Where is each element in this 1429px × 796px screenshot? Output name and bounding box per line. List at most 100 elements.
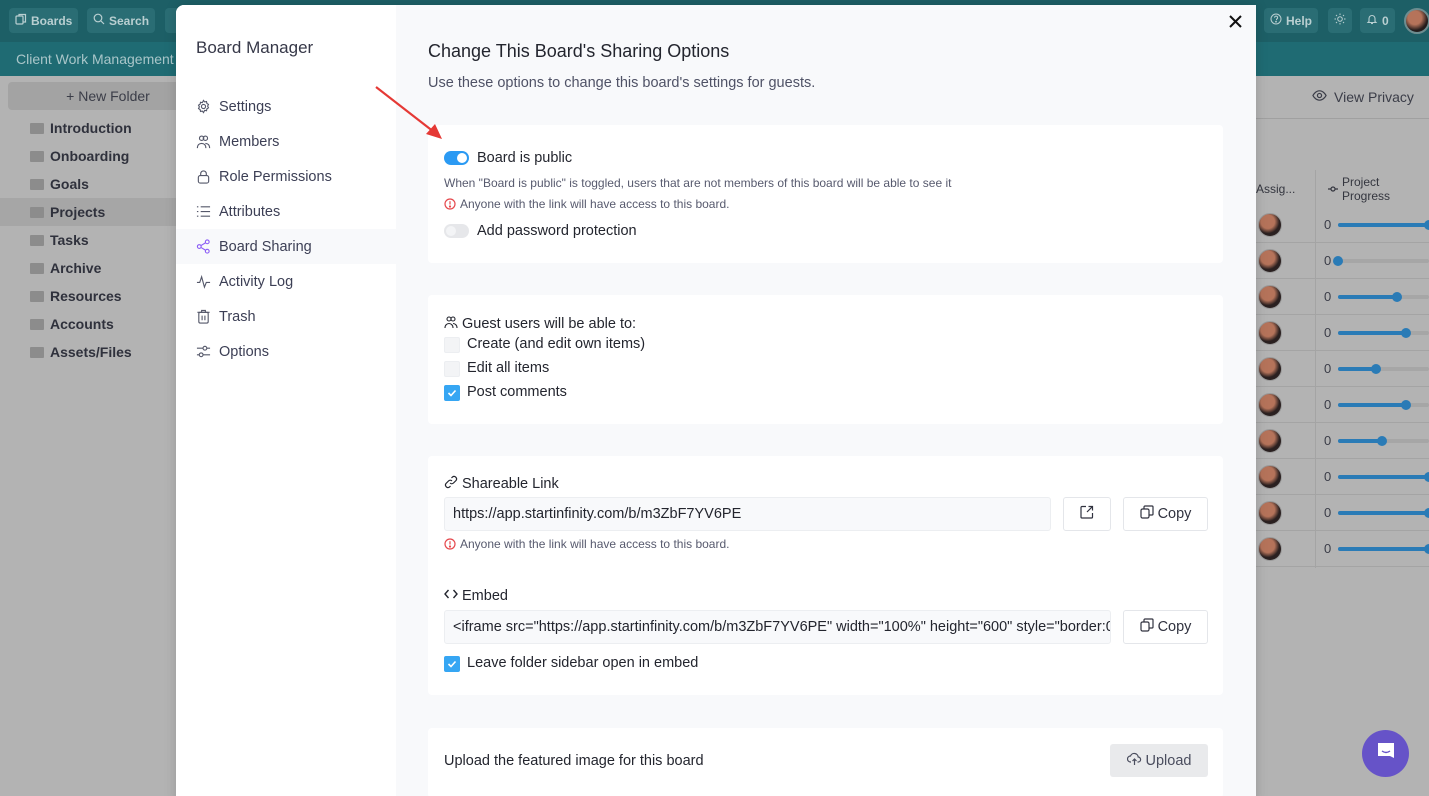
chat-support-button[interactable]	[1362, 730, 1409, 777]
chat-icon	[1375, 740, 1397, 767]
folder-label: Projects	[50, 204, 106, 220]
sidebar-item-members[interactable]: Members	[176, 124, 396, 159]
page-title: Change This Board's Sharing Options	[428, 41, 730, 61]
guest-permission-checkbox[interactable]	[444, 385, 460, 401]
leave-sidebar-open-checkbox[interactable]	[444, 656, 460, 672]
table-row[interactable]: 0	[1256, 207, 1429, 243]
table-row[interactable]: 0	[1256, 423, 1429, 459]
progress-track[interactable]	[1338, 436, 1429, 446]
sidebar-item-settings[interactable]: Settings	[176, 89, 396, 124]
folder-item[interactable]: Goals	[0, 170, 180, 198]
copy-link-button[interactable]: Copy	[1123, 497, 1208, 531]
warning-text: Anyone with the link will have access to…	[460, 197, 730, 211]
folder-item[interactable]: Introduction	[0, 114, 180, 142]
progress-track[interactable]	[1338, 508, 1429, 518]
progress-knob[interactable]	[1424, 472, 1429, 482]
table-row[interactable]: 0	[1256, 387, 1429, 423]
copy-label: Copy	[1157, 619, 1192, 635]
progress-knob[interactable]	[1424, 220, 1429, 230]
sidebar-item-trash[interactable]: Trash	[176, 299, 396, 334]
table-row[interactable]: 0	[1256, 459, 1429, 495]
view-privacy-button[interactable]: View Privacy	[1312, 88, 1414, 106]
assignee-avatar	[1258, 537, 1282, 561]
progress-track[interactable]	[1338, 472, 1429, 482]
progress-track[interactable]	[1338, 292, 1429, 302]
guest-heading-text: Guest users will be able to:	[462, 316, 637, 332]
embed-code-field[interactable]: <iframe src="https://app.startinfinity.c…	[444, 610, 1111, 644]
close-icon	[1228, 15, 1242, 33]
user-avatar[interactable]	[1404, 8, 1429, 34]
sidebar-item-activity-log[interactable]: Activity Log	[176, 264, 396, 299]
open-link-button[interactable]	[1063, 497, 1111, 531]
list-icon	[196, 204, 211, 219]
table-row[interactable]: 0	[1256, 243, 1429, 279]
progress-knob[interactable]	[1401, 328, 1412, 338]
theme-toggle-button[interactable]	[1328, 8, 1352, 33]
folder-item[interactable]: Archive	[0, 254, 180, 282]
table-row[interactable]: 0	[1256, 279, 1429, 315]
column-header-assignees[interactable]: Assig...	[1256, 178, 1295, 200]
folder-label: Onboarding	[50, 148, 130, 164]
boards-button[interactable]: Boards	[9, 8, 79, 33]
eye-icon	[1312, 88, 1327, 106]
notifications-button[interactable]: 0	[1360, 8, 1395, 33]
embed-heading-text: Embed	[462, 588, 508, 604]
table-row[interactable]: 0	[1256, 351, 1429, 387]
board-public-toggle[interactable]	[444, 151, 469, 165]
folder-item[interactable]: Accounts	[0, 310, 180, 338]
folder-item[interactable]: Projects	[0, 198, 180, 226]
sidebar-item-attributes[interactable]: Attributes	[176, 194, 396, 229]
progress-knob[interactable]	[1424, 544, 1429, 554]
progress-track[interactable]	[1338, 544, 1429, 554]
assignee-avatar	[1258, 213, 1282, 237]
table-row[interactable]: 0	[1256, 495, 1429, 531]
folder-item[interactable]: Resources	[0, 282, 180, 310]
progress-track[interactable]	[1333, 256, 1429, 266]
assignee-avatar	[1258, 249, 1282, 273]
cloud-upload-icon	[1126, 752, 1142, 770]
progress-track[interactable]	[1338, 328, 1429, 338]
sidebar-item-board-sharing[interactable]: Board Sharing	[176, 229, 396, 264]
progress-knob[interactable]	[1424, 508, 1429, 518]
progress-knob[interactable]	[1392, 292, 1403, 302]
upload-button[interactable]: Upload	[1110, 744, 1208, 777]
password-protection-toggle[interactable]	[444, 224, 469, 238]
search-button[interactable]: Search	[87, 8, 156, 33]
progress-fill	[1338, 511, 1429, 515]
folder-icon	[30, 318, 44, 330]
progress-track[interactable]	[1338, 220, 1429, 230]
warning-icon	[444, 198, 456, 210]
table-row[interactable]: 0	[1256, 315, 1429, 351]
users-icon	[196, 134, 211, 149]
sidebar-item-role-permissions[interactable]: Role Permissions	[176, 159, 396, 194]
folder-item[interactable]: Onboarding	[0, 142, 180, 170]
close-button[interactable]	[1224, 13, 1246, 35]
check-icon	[447, 660, 457, 668]
guest-permission-checkbox[interactable]	[444, 361, 460, 377]
progress-min-value: 0	[1324, 253, 1332, 268]
progress-min-value: 0	[1324, 397, 1332, 412]
toggle-knob	[446, 226, 456, 236]
progress-knob[interactable]	[1401, 400, 1412, 410]
folder-icon	[30, 206, 44, 218]
shareable-link-field[interactable]: https://app.startinfinity.com/b/m3ZbF7YV…	[444, 497, 1051, 531]
progress-track[interactable]	[1338, 400, 1429, 410]
link-warning: Anyone with the link will have access to…	[444, 537, 729, 551]
table-row[interactable]: 0	[1256, 531, 1429, 567]
progress-knob[interactable]	[1371, 364, 1382, 374]
copy-label: Copy	[1157, 506, 1192, 522]
sidebar-item-options[interactable]: Options	[176, 334, 396, 369]
progress-knob[interactable]	[1376, 436, 1387, 446]
help-button[interactable]: Help	[1264, 8, 1319, 33]
code-icon	[444, 588, 458, 604]
progress-knob[interactable]	[1333, 256, 1343, 266]
activity-icon	[196, 274, 211, 289]
copy-embed-button[interactable]: Copy	[1123, 610, 1208, 644]
progress-track[interactable]	[1338, 364, 1429, 374]
folder-item[interactable]: Tasks	[0, 226, 180, 254]
folder-item[interactable]: Assets/Files	[0, 338, 180, 366]
users-icon	[444, 315, 458, 333]
sidebar-item-label: Role Permissions	[219, 168, 332, 185]
column-header-progress[interactable]: Project Progress	[1328, 175, 1429, 203]
guest-permission-checkbox[interactable]	[444, 337, 460, 353]
